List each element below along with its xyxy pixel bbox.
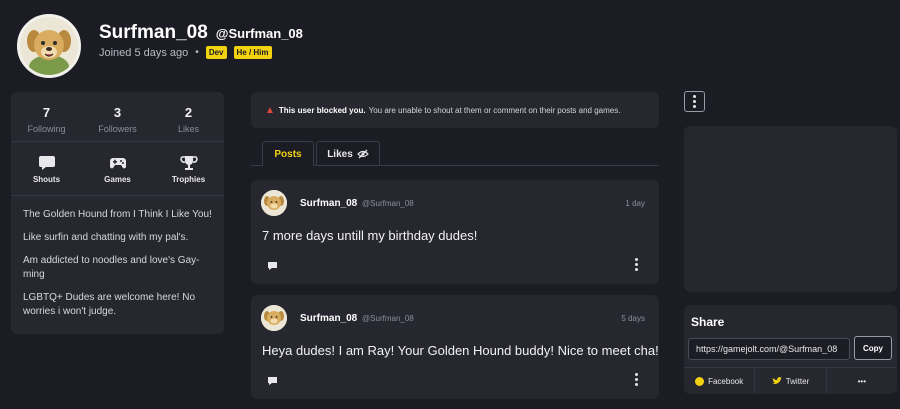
separator-dot: • (195, 47, 199, 58)
profile-header: Surfman_08 @Surfman_08 Joined 5 days ago… (0, 0, 900, 88)
stat-label: Likes (177, 124, 199, 134)
facebook-icon (695, 376, 705, 386)
post-author-name: Surfman_08 (300, 198, 358, 209)
blocked-notice: ▲ This user blocked you. You are unable … (251, 92, 659, 128)
bio-line: Like surfin and chatting with my pal's. (23, 232, 189, 243)
twitter-icon (771, 377, 782, 384)
profile-tabs: Posts Likes (251, 141, 659, 166)
display-name: Surfman_08 (99, 22, 208, 43)
stat-likes[interactable]: 2 Likes (153, 92, 224, 141)
nav-label: Games (104, 175, 131, 184)
gamepad-icon (109, 158, 126, 169)
more-icon: ••• (857, 376, 867, 386)
tab-label: Posts (274, 148, 302, 160)
share-panel: Share Copy Facebook Twitter ••• (684, 305, 897, 394)
post-author-username: @Surfman_08 (362, 314, 414, 323)
nav-games[interactable]: Games (82, 142, 153, 195)
share-more-button[interactable]: ••• (825, 368, 897, 394)
post-card[interactable]: Surfman_08 @Surfman_08 1 day 7 more days… (251, 180, 659, 284)
stat-label: Followers (98, 124, 137, 134)
post-avatar[interactable] (261, 305, 287, 331)
dog-avatar-icon (20, 17, 78, 75)
profile-avatar[interactable] (17, 14, 81, 78)
comment-icon (268, 262, 277, 270)
dog-avatar-icon (261, 190, 287, 216)
nav-shouts[interactable]: Shouts (11, 142, 82, 195)
dog-avatar-icon (261, 305, 287, 331)
post-author-username: @Surfman_08 (362, 199, 414, 208)
ad-placeholder (684, 126, 897, 292)
comment-button[interactable] (267, 373, 278, 391)
share-facebook-button[interactable]: Facebook (684, 368, 754, 394)
stat-label: Following (27, 124, 66, 134)
stat-followers[interactable]: 3 Followers (82, 92, 153, 141)
share-twitter-button[interactable]: Twitter (754, 368, 825, 394)
nav-trophies[interactable]: Trophies (153, 142, 224, 195)
post-author-name: Surfman_08 (300, 313, 358, 324)
post-text: 7 more days untill my birthday dudes! (262, 228, 478, 243)
tab-likes[interactable]: Likes (316, 141, 380, 166)
share-title: Share (691, 315, 725, 329)
profile-bio: The Golden Hound from I Think I Like You… (11, 196, 224, 340)
bio-line: Am addicted to noodles and love's Gay-mi… (23, 255, 200, 280)
notice-text: You are unable to shout at them or comme… (368, 105, 621, 115)
stat-value: 2 (184, 105, 193, 120)
copy-button[interactable]: Copy (854, 336, 892, 360)
post-options-button[interactable] (635, 373, 639, 388)
post-options-button[interactable] (635, 258, 639, 273)
stat-following[interactable]: 7 Following (11, 92, 82, 141)
post-time[interactable]: 5 days (621, 314, 645, 323)
pronoun-tag: He / Him (233, 46, 272, 59)
post-text: Heya dudes! I am Ray! Your Golden Hound … (262, 343, 659, 358)
comment-button[interactable] (267, 258, 278, 276)
comment-icon (268, 377, 277, 385)
post-author[interactable]: Surfman_08 @Surfman_08 (300, 313, 414, 324)
post-card[interactable]: Surfman_08 @Surfman_08 5 days Heya dudes… (251, 295, 659, 399)
share-facebook-label: Facebook (708, 376, 744, 386)
hidden-eye-icon (356, 149, 369, 159)
stat-value: 7 (42, 105, 51, 120)
joined-text: Joined 5 days ago (99, 46, 189, 59)
chat-bubble-icon (38, 156, 55, 170)
profile-sidebar: 7 Following 3 Followers 2 Likes Shouts G… (11, 92, 224, 334)
dev-tag: Dev (205, 46, 227, 59)
tab-posts[interactable]: Posts (262, 141, 314, 166)
stat-value: 3 (113, 105, 122, 120)
profile-options-button[interactable] (684, 91, 705, 112)
username: @Surfman_08 (215, 26, 303, 41)
bio-line: The Golden Hound from I Think I Like You… (23, 209, 212, 220)
share-twitter-label: Twitter (785, 376, 810, 386)
post-avatar[interactable] (261, 190, 287, 216)
nav-label: Shouts (32, 175, 61, 184)
trophy-icon (179, 156, 198, 170)
post-time[interactable]: 1 day (625, 199, 645, 208)
warning-icon: ▲ (265, 104, 275, 116)
nav-label: Trophies (171, 175, 206, 184)
notice-bold: This user blocked you. (278, 105, 366, 115)
tab-label: Likes (327, 148, 353, 160)
share-url-input[interactable] (688, 338, 850, 360)
post-author[interactable]: Surfman_08 @Surfman_08 (300, 198, 414, 209)
bio-line: LGBTQ+ Dudes are welcome here! No worrie… (23, 292, 196, 317)
